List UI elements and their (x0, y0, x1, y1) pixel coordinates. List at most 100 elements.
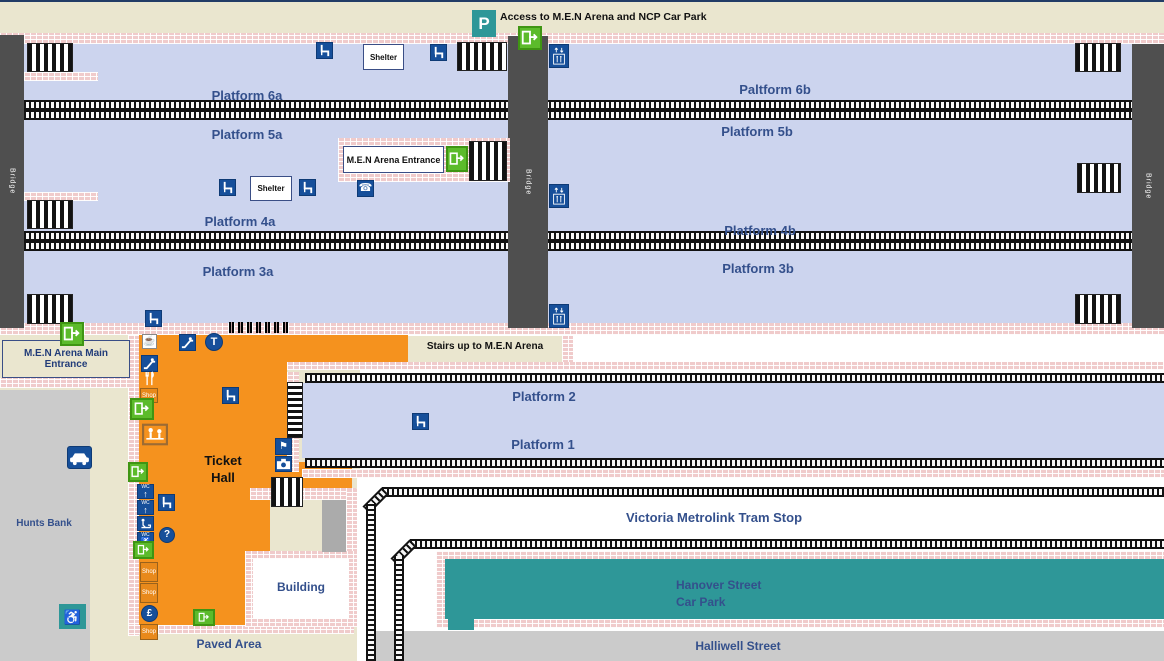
men-arena-entrance-box: M.E.N Arena Entrance (343, 146, 444, 173)
ticket-hall-label-line1: Ticket (180, 452, 266, 469)
rail-track (305, 458, 1164, 468)
rail-track (24, 100, 1133, 110)
flag-glyph: ⚑ (279, 442, 288, 452)
paved-area-label: Paved Area (197, 637, 262, 651)
stairs-up-label: Stairs up to M.E.N Arena (408, 341, 562, 352)
arrow-glyph: ↑ (143, 490, 148, 499)
ticket-hall-label-line2: Hall (180, 469, 266, 486)
building-label: Building (277, 580, 325, 594)
exit-icon (446, 146, 468, 172)
tram-track (382, 487, 1164, 497)
parking-icon: P (472, 10, 496, 37)
toilets-icon: WC↑ (137, 484, 154, 499)
station-map: Bridge Bridge Bridge M.E.N Arena Entranc… (0, 0, 1164, 661)
parking-glyph: P (478, 15, 489, 32)
platform-6a-label: Platform 6a (212, 88, 283, 103)
accessible-parking-icon: ♿ (59, 604, 86, 629)
stairs (1078, 164, 1120, 192)
men-arena-entrance-label: M.E.N Arena Entrance (347, 155, 441, 165)
rail-track (24, 241, 1133, 251)
pillar (322, 500, 346, 552)
cash-glyph: £ (147, 609, 153, 619)
cash-machine-icon: £ (141, 605, 158, 622)
shop-label: Shop (142, 590, 156, 596)
rail-track (24, 110, 1133, 120)
arrow-glyph: ↑ (143, 506, 148, 515)
lift-icon (549, 44, 569, 68)
shelter-box: Shelter (250, 176, 292, 201)
tram-track (410, 539, 1164, 549)
bridge-label: Bridge (525, 169, 532, 195)
shop-kiosk: Shop (140, 562, 158, 582)
men-arena-main-entrance-label: M.E.N Arena Main Entrance (3, 348, 129, 370)
escalator-icon (179, 334, 196, 351)
hanover-label-1: Hanover Street (676, 578, 761, 592)
platform-3b-label: Platform 3b (722, 261, 794, 276)
baby-change-icon (137, 516, 154, 531)
bridge-center: Bridge (508, 36, 548, 328)
ticket-hall (139, 362, 287, 462)
stairs (272, 478, 302, 506)
brick-wall (0, 378, 131, 388)
ticket-hall (130, 335, 408, 362)
tram-track (394, 556, 404, 661)
coffee-glyph: ☕ (143, 336, 155, 347)
stairs (1076, 44, 1120, 71)
brick-wall (250, 488, 356, 500)
platform-6b-label: Paltform 6b (739, 82, 811, 97)
exit-icon (130, 398, 154, 420)
shelter-label: Shelter (257, 184, 284, 193)
escalator-icon (141, 355, 158, 372)
shop-label: Shop (142, 569, 156, 575)
access-note: Access to M.E.N Arena and NCP Car Park (500, 11, 707, 23)
brick-wall (0, 323, 1164, 335)
refreshments-icon: ☕ (142, 334, 157, 349)
bridge-label: Bridge (9, 168, 16, 194)
ticket-barriers (229, 322, 291, 333)
brick-wall (562, 336, 573, 364)
hunts-bank-label: Hunts Bank (16, 518, 72, 529)
ticket-office-icon (142, 423, 168, 446)
seat-icon (299, 179, 316, 196)
lift-icon (549, 304, 569, 328)
seat-icon (316, 42, 333, 59)
hanover-car-park (445, 559, 1164, 619)
accessible-glyph: ♿ (64, 610, 81, 624)
seat-icon (412, 413, 429, 430)
information-glyph: ? (164, 530, 170, 540)
rail-track (305, 373, 1164, 383)
exit-icon (518, 26, 542, 50)
photo-booth-icon (275, 456, 292, 472)
stairs (1076, 295, 1120, 323)
seat-icon (158, 494, 175, 511)
seat-icon (145, 310, 162, 327)
exit-icon (60, 322, 84, 346)
phone-glyph: ☎ (359, 183, 373, 194)
catering-icon (143, 371, 155, 386)
platform-1-label: Platform 1 (511, 437, 575, 452)
stairs (28, 295, 72, 323)
shelter-box: Shelter (363, 44, 404, 70)
telephone-icon: ☎ (357, 180, 374, 197)
tram-stop-label: Victoria Metrolink Tram Stop (626, 510, 802, 525)
tram-track (366, 503, 376, 661)
seat-icon (219, 179, 236, 196)
halliwell-label: Halliwell Street (695, 639, 780, 653)
stairs (288, 383, 302, 437)
toilets-icon: WC↑ (137, 500, 154, 515)
flag-icon: ⚑ (275, 438, 292, 455)
platform-4b-label: Platform 4b (724, 223, 796, 238)
bridge-west: Bridge (0, 35, 24, 328)
exit-icon (128, 462, 148, 482)
seat-icon (430, 44, 447, 61)
platform-1-2-island (302, 383, 1164, 458)
bridge-label: Bridge (1145, 173, 1152, 199)
exit-icon (193, 609, 215, 626)
stairs (458, 43, 506, 70)
hanover-label-2: Car Park (676, 595, 725, 609)
telephones-glyph: T (211, 337, 218, 348)
information-icon: ? (159, 527, 175, 543)
brick-wall (287, 362, 1164, 370)
car-park-entrance (448, 619, 474, 630)
seat-icon (222, 387, 239, 404)
